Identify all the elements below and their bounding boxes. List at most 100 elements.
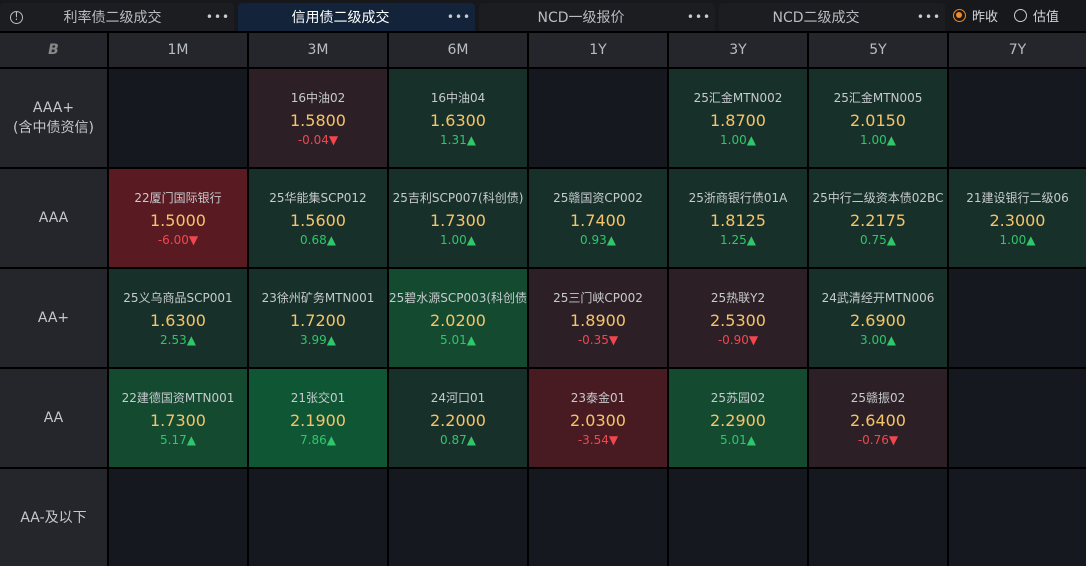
change-value: 1.25 bbox=[720, 233, 747, 247]
radio-valuation[interactable] bbox=[1014, 9, 1028, 22]
tab-label: 利率债二级成交 bbox=[63, 10, 162, 26]
yield-change: 0.87▲ bbox=[440, 433, 476, 447]
change-value: 1.00 bbox=[999, 233, 1027, 247]
more-icon[interactable]: ••• bbox=[202, 10, 234, 24]
arrow-down-icon: ▼ bbox=[608, 333, 619, 347]
column-header-3Y[interactable]: 3Y bbox=[669, 33, 807, 67]
bond-name: 25赣振02 bbox=[850, 391, 906, 405]
change-value: -0.35 bbox=[577, 333, 609, 347]
tab-credit-bond[interactable]: 信用债二级成交 ••• bbox=[238, 3, 475, 31]
info-icon[interactable]: ! bbox=[10, 10, 23, 24]
column-header-5Y[interactable]: 5Y bbox=[809, 33, 947, 67]
bond-cell[interactable]: 25汇金MTN005 2.0150 1.00▲ bbox=[809, 69, 947, 167]
yield-change: 0.68▲ bbox=[300, 233, 336, 247]
column-header-1Y[interactable]: 1Y bbox=[529, 33, 667, 67]
bond-cell[interactable]: 25汇金MTN002 1.8700 1.00▲ bbox=[669, 69, 807, 167]
bond-cell[interactable]: 23泰金01 2.0300 -3.54▼ bbox=[529, 369, 667, 467]
empty-cell bbox=[389, 469, 527, 566]
arrow-down-icon: ▼ bbox=[748, 333, 759, 347]
more-icon[interactable]: ••• bbox=[443, 10, 475, 24]
yield-change: 3.00▲ bbox=[860, 333, 896, 347]
tab-ncd-primary[interactable]: NCD一级报价 ••• bbox=[479, 3, 715, 31]
yield-change: 7.86▲ bbox=[300, 433, 336, 447]
column-header-7Y[interactable]: 7Y bbox=[949, 33, 1086, 67]
row-header: AA bbox=[0, 369, 107, 467]
arrow-up-icon: ▲ bbox=[326, 333, 336, 347]
yield-change: 5.17▲ bbox=[160, 433, 196, 447]
bond-cell[interactable]: 25碧水源SCP003(科创债 2.0200 5.01▲ bbox=[389, 269, 527, 367]
bond-cell[interactable]: 25苏园02 2.2900 5.01▲ bbox=[669, 369, 807, 467]
arrow-up-icon: ▲ bbox=[1026, 233, 1036, 247]
bond-cell[interactable]: 25浙商银行债01A 1.8125 1.25▲ bbox=[669, 169, 807, 267]
bond-cell[interactable]: 21张交01 2.1900 7.86▲ bbox=[249, 369, 387, 467]
arrow-up-icon: ▲ bbox=[746, 433, 756, 447]
bond-cell[interactable]: 22建德国资MTN001 1.7300 5.17▲ bbox=[109, 369, 247, 467]
bond-yield: 1.5800 bbox=[290, 111, 346, 130]
change-value: 7.86 bbox=[300, 433, 327, 447]
bond-name: 25义乌商品SCP001 bbox=[123, 291, 233, 305]
more-icon[interactable]: ••• bbox=[913, 10, 945, 24]
arrow-up-icon: ▲ bbox=[466, 233, 476, 247]
bond-name: 23徐州矿务MTN001 bbox=[261, 291, 375, 305]
bond-yield: 1.5000 bbox=[150, 211, 206, 230]
change-value: 2.53 bbox=[160, 333, 187, 347]
empty-cell bbox=[949, 369, 1086, 467]
arrow-down-icon: ▼ bbox=[608, 433, 619, 447]
change-value: -0.76 bbox=[857, 433, 889, 447]
bond-yield: 1.7200 bbox=[290, 311, 346, 330]
arrow-down-icon: ▼ bbox=[888, 433, 899, 447]
column-header-1M[interactable]: 1M bbox=[109, 33, 247, 67]
arrow-down-icon: ▼ bbox=[188, 233, 199, 247]
tab-ncd-secondary[interactable]: NCD二级成交 ••• bbox=[719, 3, 945, 31]
bond-name: 21建设银行二级06 bbox=[966, 191, 1069, 205]
bond-yield: 2.0150 bbox=[850, 111, 906, 130]
bond-name: 25浙商银行债01A bbox=[688, 191, 788, 205]
bond-name: 25碧水源SCP003(科创债 bbox=[389, 291, 527, 305]
empty-cell bbox=[249, 469, 387, 566]
bond-yield: 2.6400 bbox=[850, 411, 906, 430]
change-value: 3.99 bbox=[300, 333, 327, 347]
arrow-down-icon: ▼ bbox=[328, 133, 339, 147]
radio-prev-close[interactable] bbox=[953, 9, 966, 22]
bond-name: 25吉利SCP007(科创债) bbox=[392, 191, 524, 205]
bond-cell[interactable]: 21建设银行二级06 2.3000 1.00▲ bbox=[949, 169, 1086, 267]
yield-change: 0.93▲ bbox=[580, 233, 616, 247]
bond-name: 25汇金MTN002 bbox=[693, 91, 783, 105]
bond-cell[interactable]: 24河口01 2.2000 0.87▲ bbox=[389, 369, 527, 467]
bond-cell[interactable]: 25中行二级资本债02BC 2.2175 0.75▲ bbox=[809, 169, 947, 267]
bond-name: 25汇金MTN005 bbox=[833, 91, 923, 105]
bond-cell[interactable]: 16中油04 1.6300 1.31▲ bbox=[389, 69, 527, 167]
tab-label: 信用债二级成交 bbox=[291, 10, 390, 26]
tab-rate-bond[interactable]: ! 利率债二级成交 ••• bbox=[0, 3, 234, 31]
bond-name: 22建德国资MTN001 bbox=[121, 391, 235, 405]
empty-cell bbox=[529, 69, 667, 167]
bond-cell[interactable]: 25吉利SCP007(科创债) 1.7300 1.00▲ bbox=[389, 169, 527, 267]
arrow-up-icon: ▲ bbox=[326, 233, 336, 247]
bond-cell[interactable]: 25热联Y2 2.5300 -0.90▼ bbox=[669, 269, 807, 367]
bond-cell[interactable]: 25赣国资CP002 1.7400 0.93▲ bbox=[529, 169, 667, 267]
bond-cell[interactable]: 23徐州矿务MTN001 1.7200 3.99▲ bbox=[249, 269, 387, 367]
bond-name: 22厦门国际银行 bbox=[134, 191, 222, 205]
bond-cell[interactable]: 25三门峡CP002 1.8900 -0.35▼ bbox=[529, 269, 667, 367]
bond-name: 25三门峡CP002 bbox=[553, 291, 643, 305]
yield-change: -6.00▼ bbox=[158, 233, 198, 247]
column-header-3M[interactable]: 3M bbox=[249, 33, 387, 67]
bond-cell[interactable]: 25华能集SCP012 1.5600 0.68▲ bbox=[249, 169, 387, 267]
bond-cell[interactable]: 16中油02 1.5800 -0.04▼ bbox=[249, 69, 387, 167]
bond-cell[interactable]: 25赣振02 2.6400 -0.76▼ bbox=[809, 369, 947, 467]
bond-yield: 2.6900 bbox=[850, 311, 906, 330]
more-icon[interactable]: ••• bbox=[683, 10, 715, 24]
change-value: 1.00 bbox=[720, 133, 747, 147]
change-value: -3.54 bbox=[577, 433, 609, 447]
column-header-6M[interactable]: 6M bbox=[389, 33, 527, 67]
row-header: AA+ bbox=[0, 269, 107, 367]
bond-cell[interactable]: 22厦门国际银行 1.5000 -6.00▼ bbox=[109, 169, 247, 267]
empty-cell bbox=[109, 469, 247, 566]
bond-yield: 1.7300 bbox=[150, 411, 206, 430]
empty-cell bbox=[669, 469, 807, 566]
bond-cell[interactable]: 25义乌商品SCP001 1.6300 2.53▲ bbox=[109, 269, 247, 367]
bond-yield: 1.8125 bbox=[710, 211, 766, 230]
yield-change: 1.00▲ bbox=[720, 133, 756, 147]
change-value: 1.00 bbox=[860, 133, 887, 147]
bond-cell[interactable]: 24武清经开MTN006 2.6900 3.00▲ bbox=[809, 269, 947, 367]
